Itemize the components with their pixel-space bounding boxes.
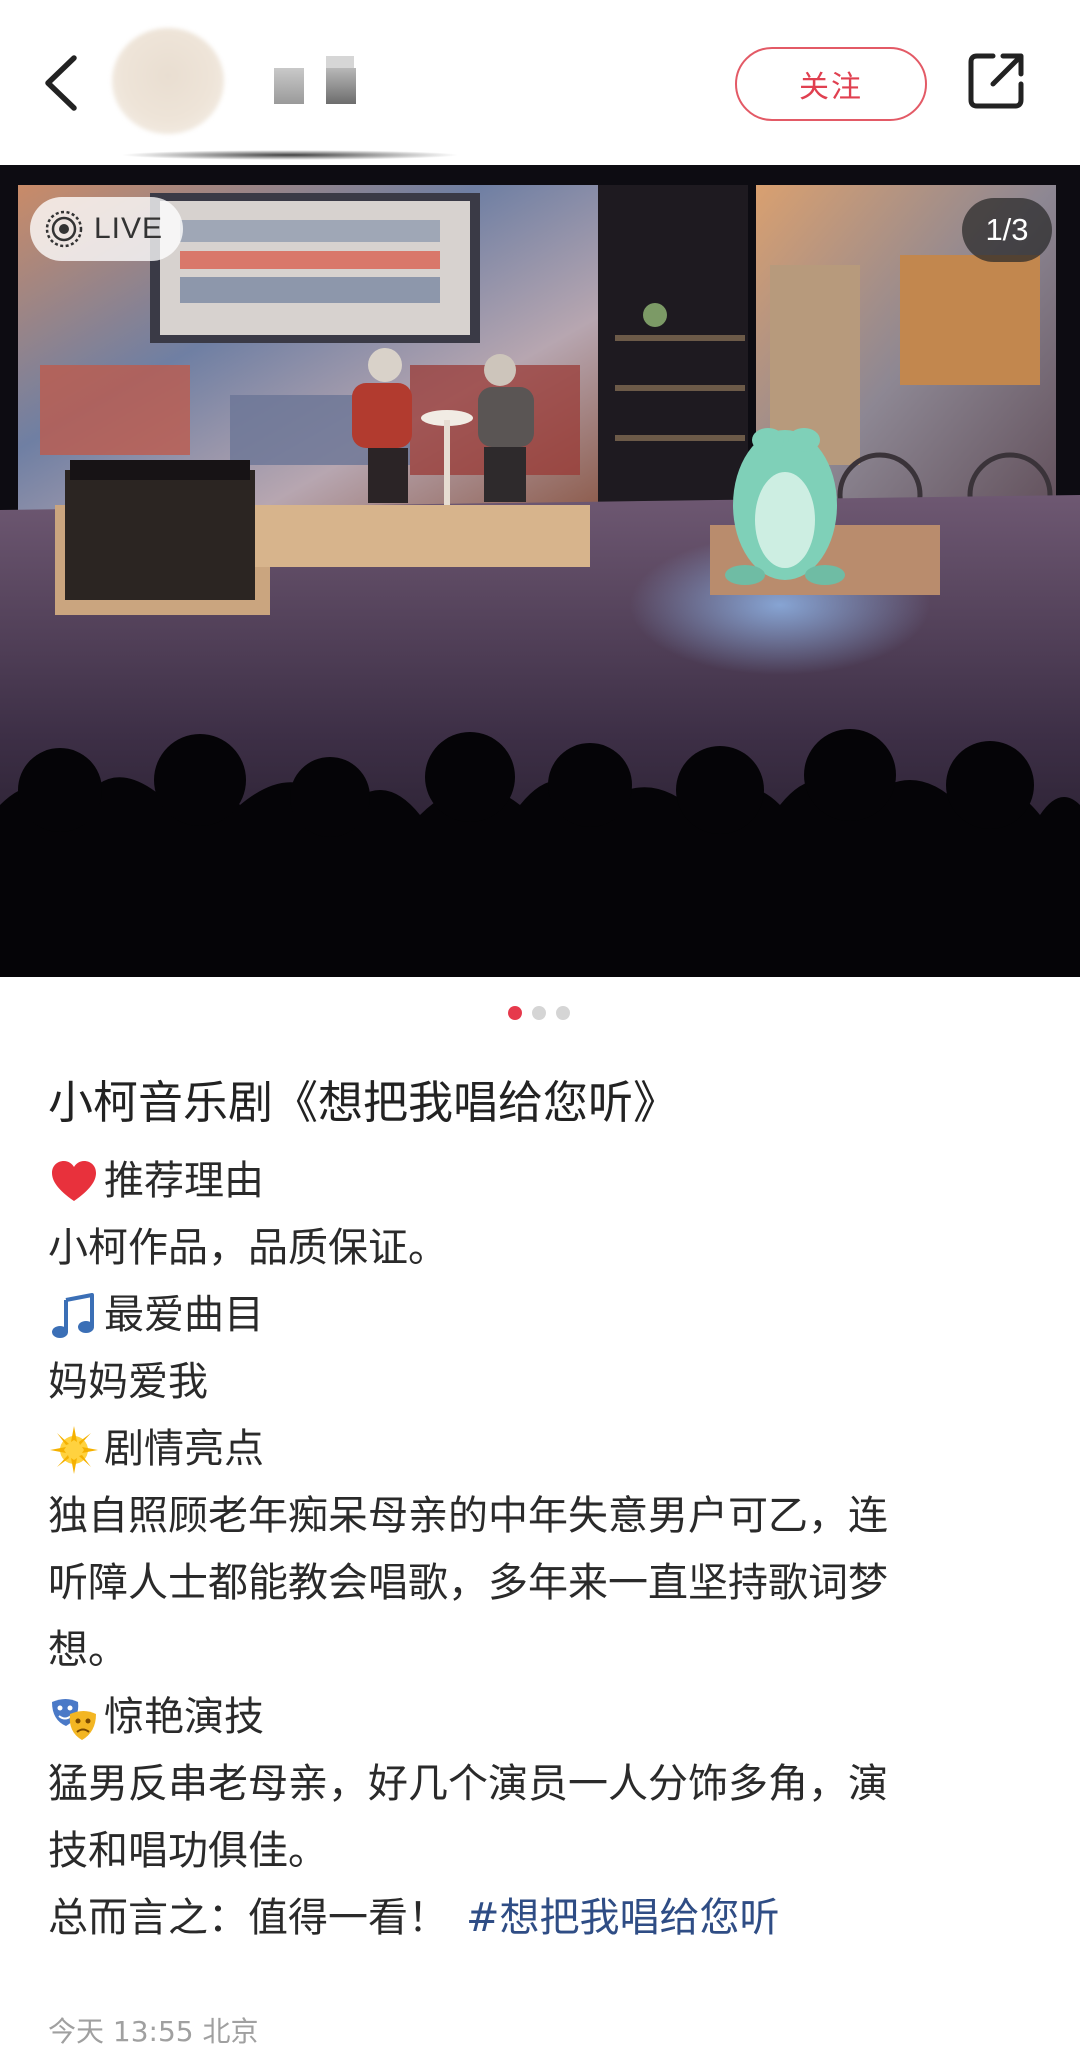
author-avatar[interactable] [112, 28, 224, 134]
live-photo-badge[interactable]: LIVE [30, 197, 184, 261]
pagination-dot-active[interactable] [508, 1006, 522, 1020]
author-name-blurred[interactable] [270, 56, 370, 104]
section-text: 听障人士都能教会唱歌，多年来一直坚持歌词梦 [48, 1550, 1048, 1617]
hashtag-link[interactable]: #想把我唱给您听 [466, 1885, 780, 1952]
summary-text: 总而言之：值得一看！ [48, 1895, 448, 1941]
line-text: 独自照顾老年痴呆母亲的中年失意男户可乙，连 [48, 1493, 888, 1539]
line-text: 猛男反串老母亲，好几个演员一人分饰多角，演 [48, 1761, 888, 1807]
stage-performance-photo [0, 165, 1080, 977]
line-text: 剧情亮点 [104, 1426, 264, 1472]
summary-line: 总而言之：值得一看！ #想把我唱给您听 [48, 1885, 1048, 1952]
section-heading-favorite-song: 最爱曲目 [48, 1282, 1048, 1349]
section-text: 技和唱功俱佳。 [48, 1818, 1048, 1885]
pagination-dot[interactable] [556, 1006, 570, 1020]
line-text: 最爱曲目 [104, 1292, 264, 1338]
section-heading-reason: 推荐理由 [48, 1148, 1048, 1215]
image-counter: 1/3 [962, 198, 1052, 262]
carousel-pagination [508, 1006, 570, 1020]
back-button[interactable] [36, 50, 96, 116]
section-text: 小柯作品，品质保证。 [48, 1215, 1048, 1282]
section-text: 妈妈爱我 [48, 1349, 1048, 1416]
line-text: 小柯作品，品质保证。 [48, 1225, 448, 1271]
line-text: 推荐理由 [104, 1158, 264, 1204]
line-text: 惊艳演技 [104, 1694, 264, 1740]
section-heading-acting: 惊艳演技 [48, 1684, 1048, 1751]
share-icon [968, 53, 1024, 109]
post-photo-carousel[interactable]: LIVE 1/3 [0, 165, 1080, 977]
theater-masks-icon [52, 1698, 96, 1740]
line-text: 妈妈爱我 [48, 1359, 208, 1405]
section-text: 猛男反串老母亲，好几个演员一人分饰多角，演 [48, 1751, 1048, 1818]
post-title: 小柯音乐剧《想把我唱给您听》 [48, 1076, 679, 1129]
section-text: 独自照顾老年痴呆母亲的中年失意男户可乙，连 [48, 1483, 1048, 1550]
live-photo-icon [45, 210, 83, 248]
post-body: 推荐理由 小柯作品，品质保证。 最爱曲目 妈妈爱我 剧情亮点 独自照顾老年痴呆母… [48, 1148, 1048, 1952]
heart-icon [52, 1160, 96, 1201]
post-timestamp-location: 今天 13:55 北京 [48, 2015, 259, 2048]
top-bar: 关注 [0, 0, 1080, 165]
section-text: 想。 [48, 1617, 1048, 1684]
live-label: LIVE [94, 212, 164, 245]
section-heading-plot-highlights: 剧情亮点 [48, 1416, 1048, 1483]
line-text: 听障人士都能教会唱歌，多年来一直坚持歌词梦 [48, 1560, 888, 1606]
share-button[interactable] [963, 48, 1029, 114]
line-text: 想。 [48, 1627, 128, 1673]
star-icon [50, 1425, 98, 1474]
line-text: 技和唱功俱佳。 [48, 1828, 328, 1874]
pagination-dot[interactable] [532, 1006, 546, 1020]
header-divider-shadow [120, 150, 460, 160]
musical-note-icon [52, 1292, 94, 1338]
follow-button[interactable]: 关注 [735, 47, 927, 121]
back-arrow-icon [45, 55, 77, 111]
